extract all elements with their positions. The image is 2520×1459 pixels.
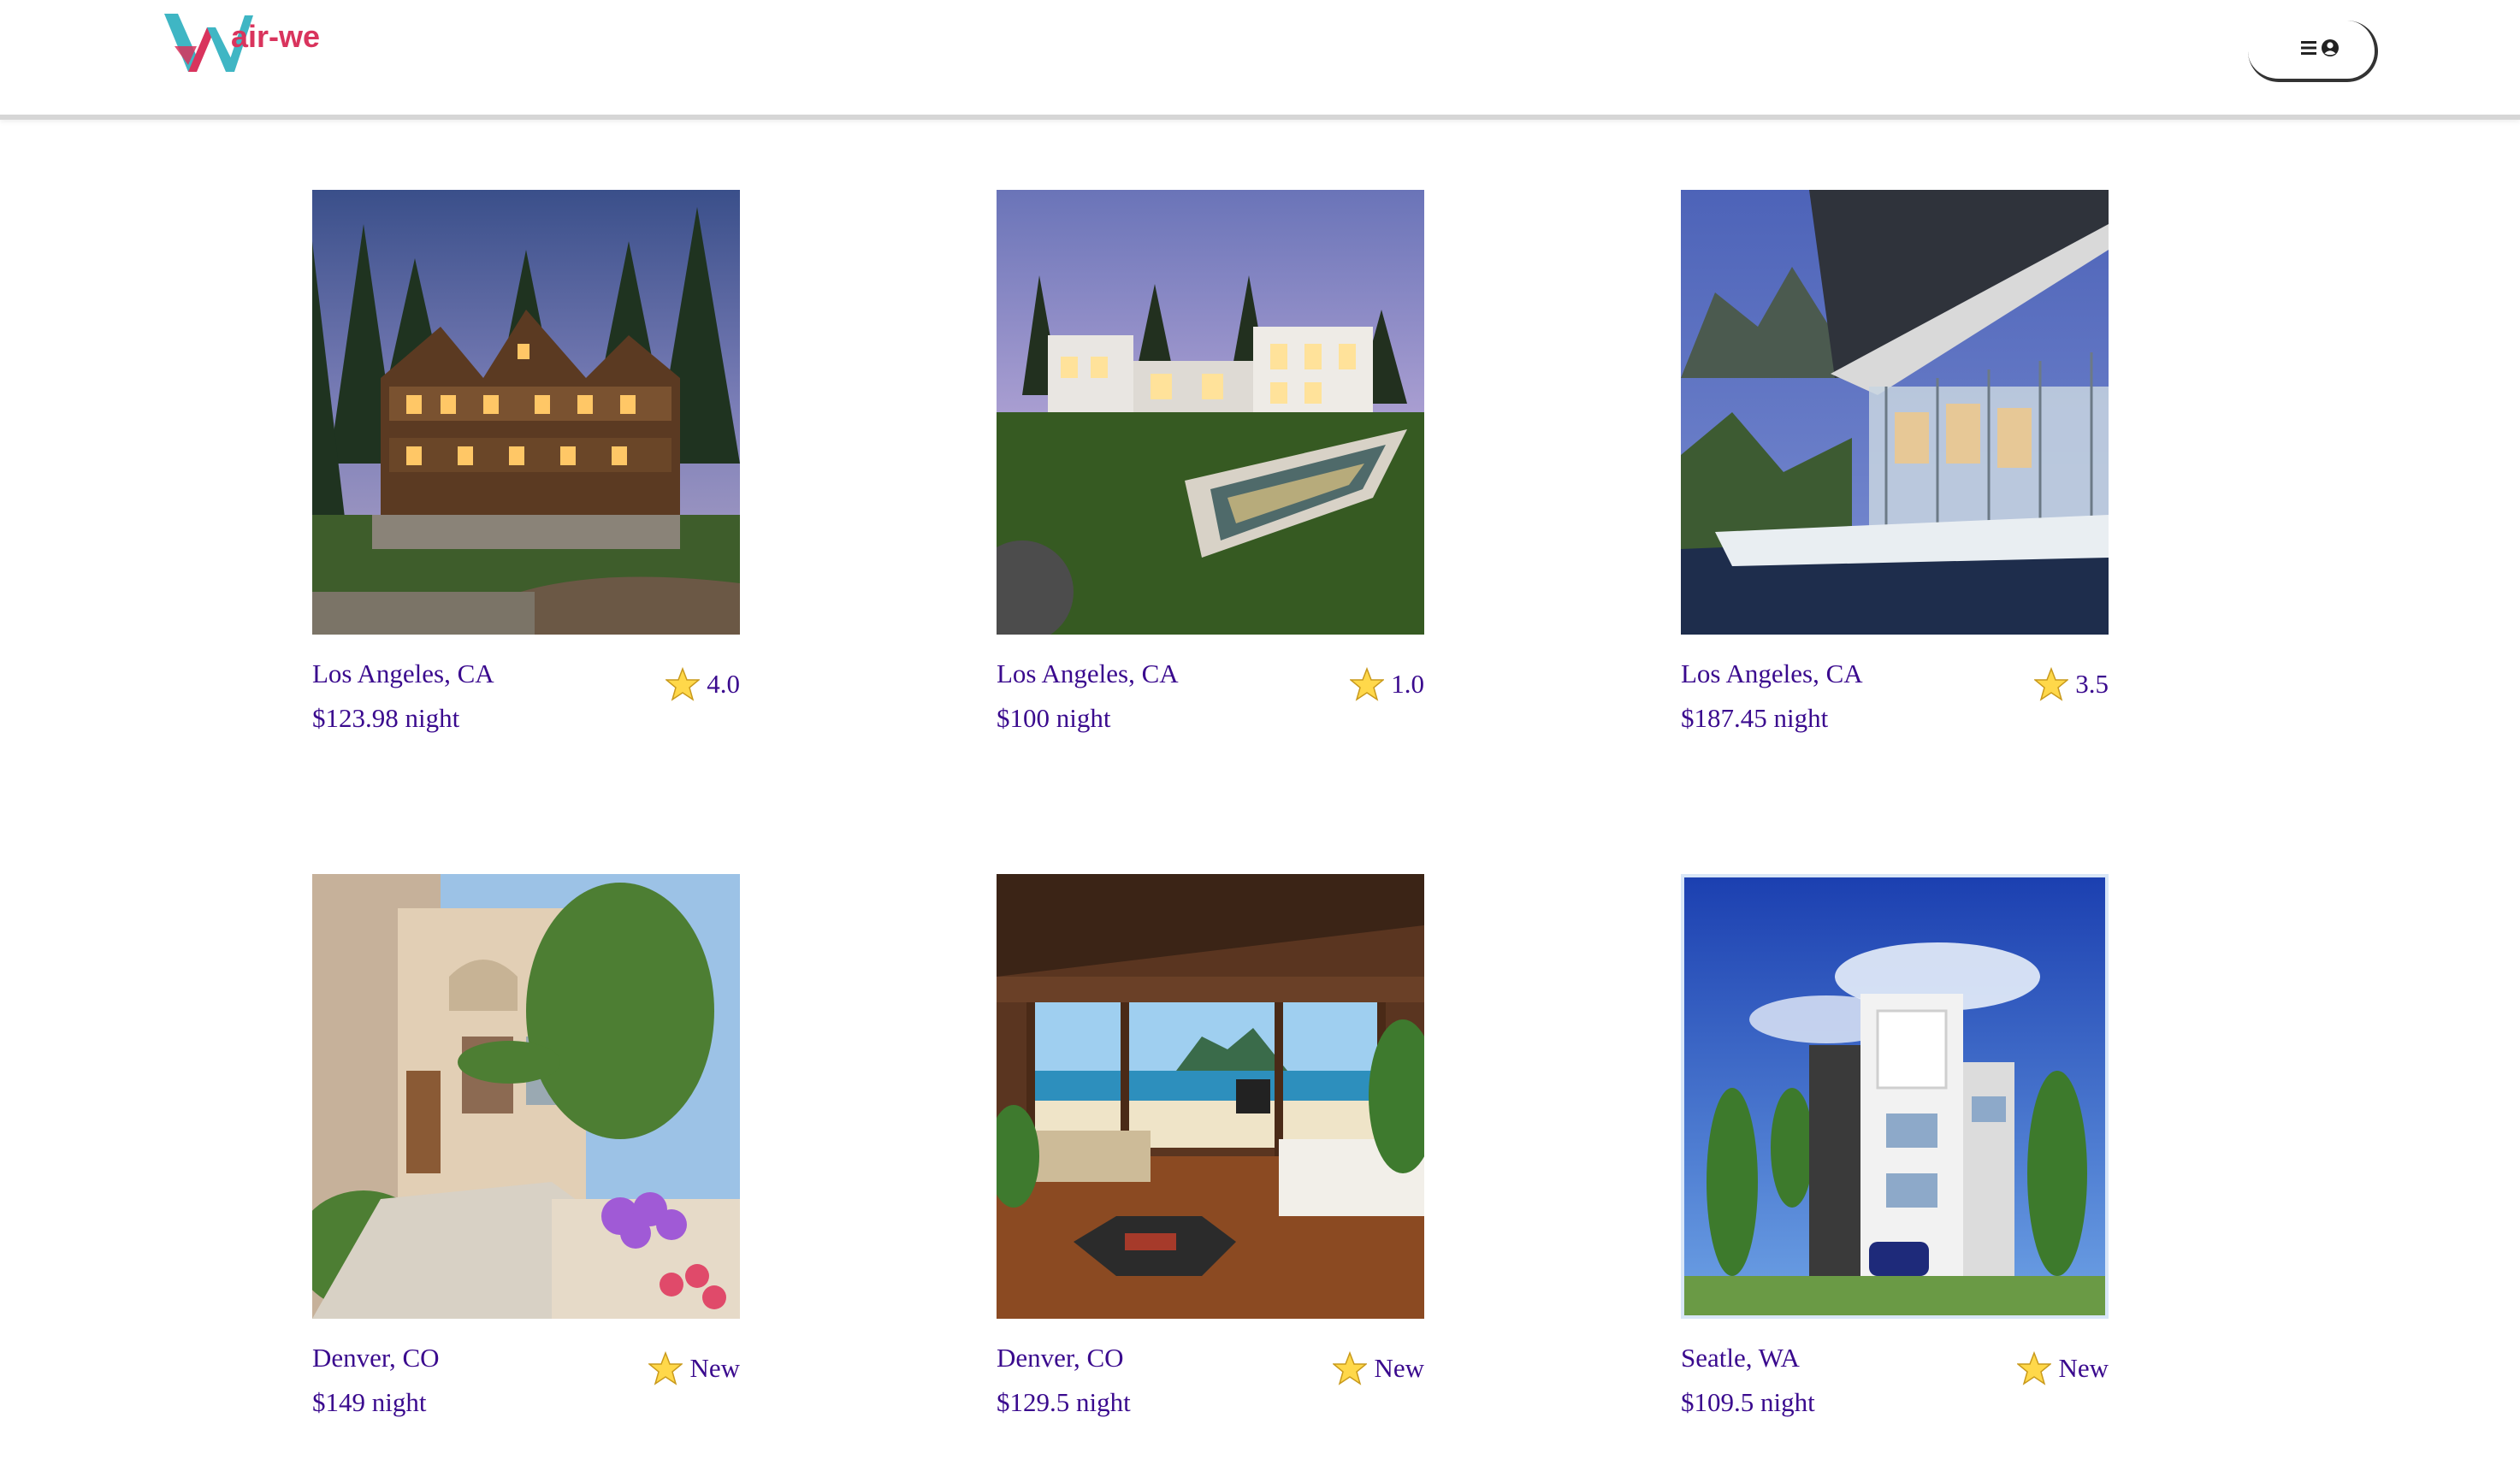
listing-rating: 4.0 [665, 667, 740, 701]
listing-card[interactable]: Seatle, WA New $109.5 night [1681, 874, 2109, 1459]
star-icon [648, 1351, 683, 1385]
listing-rating: New [2017, 1351, 2109, 1385]
listing-location: Seatle, WA [1681, 1343, 1800, 1373]
rating-value: 4.0 [707, 669, 740, 699]
listing-card[interactable]: Los Angeles, CA 4.0 $123.98 night [312, 190, 740, 789]
rating-value: New [1374, 1353, 1424, 1383]
rating-value: New [2058, 1353, 2109, 1383]
listing-rating: 1.0 [1350, 667, 1424, 701]
listing-price: $149 night [312, 1387, 427, 1417]
listing-location: Denver, CO [312, 1343, 440, 1373]
star-icon [1333, 1351, 1368, 1385]
user-circle-icon [2322, 39, 2339, 56]
listing-photo[interactable] [997, 874, 1424, 1319]
hamburger-icon [2301, 41, 2316, 55]
user-menu-button[interactable] [2248, 21, 2378, 82]
star-icon [2017, 1351, 2052, 1385]
listing-price: $129.5 night [997, 1387, 1131, 1417]
listing-price: $123.98 night [312, 703, 460, 733]
star-icon [1350, 667, 1385, 701]
rating-value: New [689, 1353, 740, 1383]
listing-card[interactable]: Denver, CO New $149 night [312, 874, 740, 1459]
listing-location: Denver, CO [997, 1343, 1124, 1373]
listing-card[interactable]: Los Angeles, CA 1.0 $100 night [997, 190, 1424, 789]
rating-value: 3.5 [2075, 669, 2109, 699]
listing-price: $187.45 night [1681, 703, 1829, 733]
rating-value: 1.0 [1391, 669, 1424, 699]
listing-photo[interactable] [997, 190, 1424, 635]
listing-photo[interactable] [312, 190, 740, 635]
logo[interactable]: air-we [163, 12, 351, 74]
listing-price: $109.5 night [1681, 1387, 1815, 1417]
listing-photo[interactable] [312, 874, 740, 1319]
listing-card[interactable]: Denver, CO New $129.5 night [997, 874, 1424, 1459]
listing-photo[interactable] [1681, 874, 2109, 1319]
listing-rating: 3.5 [2034, 667, 2109, 701]
listing-rating: New [648, 1351, 740, 1385]
logo-text: air-we [231, 19, 321, 54]
listing-card[interactable]: Los Angeles, CA 3.5 $187.45 night [1681, 190, 2109, 789]
listing-location: Los Angeles, CA [1681, 659, 1863, 688]
listing-price: $100 night [997, 703, 1111, 733]
listing-location: Los Angeles, CA [997, 659, 1179, 688]
listing-location: Los Angeles, CA [312, 659, 494, 688]
listing-rating: New [1333, 1351, 1424, 1385]
star-icon [2034, 667, 2069, 701]
listing-photo[interactable] [1681, 190, 2109, 635]
star-icon [665, 667, 701, 701]
top-navbar: air-we [0, 0, 2520, 120]
